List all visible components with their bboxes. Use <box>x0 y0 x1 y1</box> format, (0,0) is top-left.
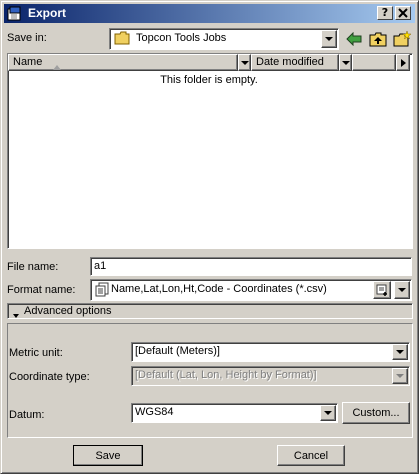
coordinate-type-label: Coordinate type: <box>9 371 90 383</box>
close-icon <box>398 8 408 18</box>
file-list[interactable]: Name Date modified This folder is empty. <box>7 53 413 249</box>
column-date-label: Date modified <box>256 56 324 68</box>
cancel-button[interactable]: Cancel <box>277 445 345 466</box>
coordinate-type-combo[interactable]: [Default (Lat, Lon, Height by Format)] <box>131 366 410 386</box>
column-name-label: Name <box>13 56 43 68</box>
filter-chevron-icon <box>241 61 249 65</box>
chevron-down-icon <box>325 37 333 41</box>
chevron-down-icon <box>396 350 404 354</box>
file-name-label: File name: <box>7 261 59 273</box>
metric-unit-label: Metric unit: <box>9 347 63 359</box>
coordinate-type-dropdown-button[interactable] <box>392 368 408 384</box>
title-bar[interactable]: Export ? <box>4 4 415 23</box>
export-dialog: Export ? Save in: Topcon Tools Jobs Name… <box>0 0 419 474</box>
back-arrow-icon <box>346 32 362 46</box>
save-in-dropdown-button[interactable] <box>321 30 337 48</box>
metric-unit-combo[interactable]: [Default (Meters)] <box>131 342 410 362</box>
empty-folder-message: This folder is empty. <box>160 74 258 86</box>
close-button[interactable] <box>395 6 411 20</box>
custom-button[interactable]: Custom... <box>342 402 410 424</box>
save-in-value: Topcon Tools Jobs <box>136 32 227 44</box>
datum-dropdown-button[interactable] <box>320 405 336 421</box>
sort-ascending-icon <box>53 60 61 75</box>
format-name-label: Format name: <box>7 284 76 296</box>
column-date-filter-button[interactable] <box>339 54 352 71</box>
format-options-button[interactable] <box>373 281 391 299</box>
metric-unit-dropdown-button[interactable] <box>392 344 408 360</box>
up-folder-icon <box>369 32 387 47</box>
file-name-value: a1 <box>94 260 107 272</box>
folder-icon <box>114 31 130 48</box>
save-button[interactable]: Save <box>73 445 143 466</box>
datum-value: WGS84 <box>135 406 174 418</box>
new-folder-button[interactable] <box>391 29 413 49</box>
advanced-options-label: Advanced options <box>24 305 112 317</box>
column-header-date-modified[interactable]: Date modified <box>251 54 339 71</box>
save-in-label: Save in: <box>7 32 47 44</box>
window-title: Export <box>28 6 67 20</box>
format-name-dropdown-button[interactable] <box>394 281 410 299</box>
datum-combo[interactable]: WGS84 <box>131 403 338 423</box>
collapse-arrow-icon <box>13 309 19 321</box>
coordinate-type-value: [Default (Lat, Lon, Height by Format)] <box>135 369 317 381</box>
advanced-options-toggle[interactable]: Advanced options <box>7 303 413 319</box>
back-button[interactable] <box>343 29 365 49</box>
help-button[interactable]: ? <box>377 6 393 20</box>
file-name-input[interactable]: a1 <box>90 257 412 276</box>
metric-unit-value: [Default (Meters)] <box>135 345 220 357</box>
column-name-filter-button[interactable] <box>238 54 251 71</box>
chevron-down-icon <box>396 373 404 378</box>
chevron-down-icon <box>398 288 406 292</box>
scroll-right-button[interactable] <box>396 54 410 71</box>
filter-chevron-icon <box>342 61 350 65</box>
column-header-empty[interactable] <box>352 54 396 71</box>
chevron-right-icon <box>401 59 406 67</box>
chevron-down-icon <box>324 411 332 415</box>
app-icon <box>7 6 23 22</box>
column-header-name[interactable]: Name <box>8 54 238 71</box>
save-in-combo[interactable]: Topcon Tools Jobs <box>109 28 339 50</box>
up-folder-button[interactable] <box>367 29 389 49</box>
format-name-combo[interactable]: Name,Lat,Lon,Ht,Code - Coordinates (*.cs… <box>90 279 412 301</box>
file-list-header: Name Date modified <box>8 54 410 71</box>
new-folder-icon <box>393 31 411 47</box>
format-settings-icon <box>376 284 387 296</box>
format-name-value: Name,Lat,Lon,Ht,Code - Coordinates (*.cs… <box>111 283 327 295</box>
document-icon <box>95 282 109 300</box>
datum-label: Datum: <box>9 409 45 421</box>
